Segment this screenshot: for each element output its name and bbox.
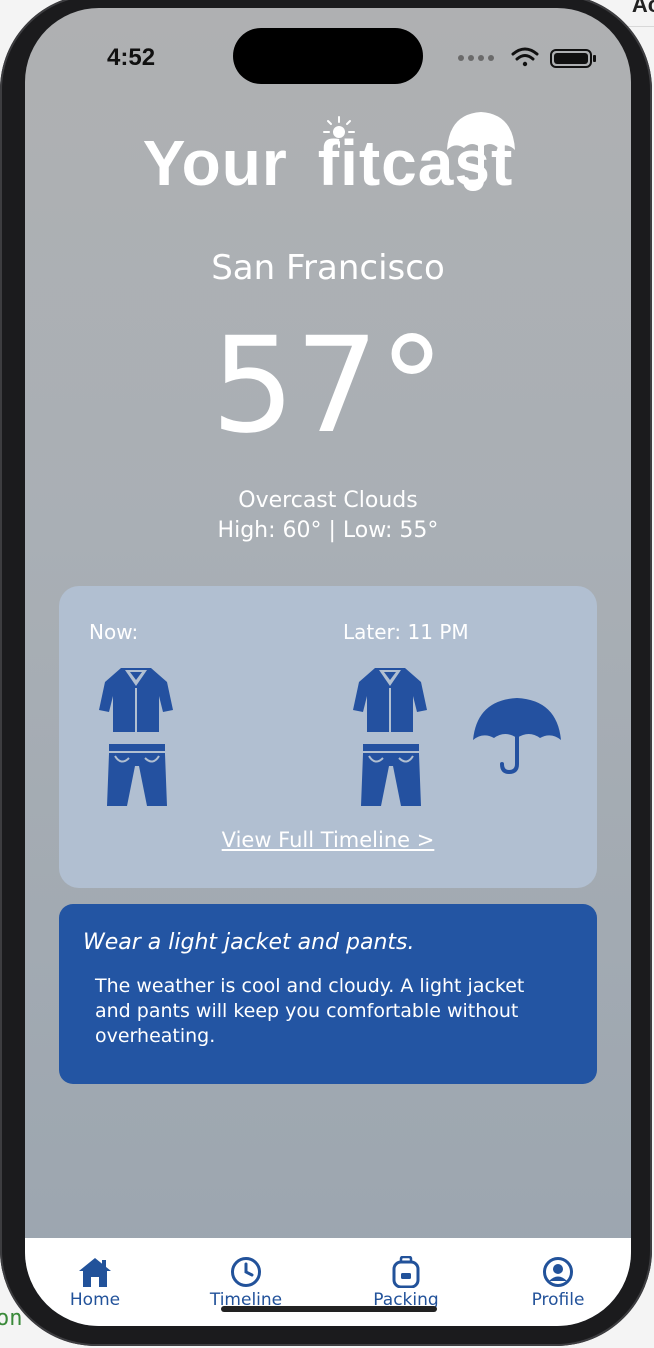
home-icon (79, 1258, 111, 1287)
outfit-card: Now: Later: 11 PM View Full Timeline > (59, 586, 597, 888)
user-circle-icon (543, 1257, 573, 1287)
sun-icon (323, 116, 355, 148)
advice-title: Wear a light jacket and pants. (83, 930, 415, 955)
app-screen: 4:52 Your fitcast San Francisco 57° Over… (25, 8, 631, 1326)
status-icons (457, 46, 607, 70)
simulator-canvas: Ac on 4:52 Your fitcast San Francisco 57… (0, 0, 654, 1348)
later-label: Later: 11 PM (343, 620, 469, 644)
jacket-icon (353, 668, 427, 732)
backpack-icon (392, 1256, 420, 1288)
advice-body: The weather is cool and cloudy. A light … (95, 975, 525, 1047)
status-time: 4:52 (107, 44, 156, 71)
dynamic-island (233, 28, 423, 84)
pants-icon (361, 744, 421, 806)
tab-bar: Home Timeline Packing Profile (25, 1238, 631, 1326)
advice-card: Wear a light jacket and pants. The weath… (59, 904, 597, 1084)
umbrella-logo-icon (447, 112, 515, 192)
background-console-text: on (0, 1306, 23, 1331)
tab-home[interactable]: Home (35, 1256, 155, 1310)
view-full-timeline-link[interactable]: View Full Timeline > (59, 828, 597, 852)
city-name: San Francisco (211, 248, 445, 288)
umbrella-icon (473, 698, 561, 774)
high-low-temperature: High: 60° | Low: 55° (217, 518, 439, 543)
clock-icon (231, 1257, 261, 1287)
battery-icon (550, 49, 596, 68)
weather-condition: Overcast Clouds (238, 488, 418, 513)
tab-home-label: Home (69, 1290, 121, 1310)
pants-icon (107, 744, 167, 806)
jacket-icon (99, 668, 173, 732)
current-temperature: 57° (211, 309, 445, 463)
home-indicator (221, 1306, 437, 1312)
wifi-icon (511, 47, 539, 67)
phone-frame: 4:52 Your fitcast San Francisco 57° Over… (0, 0, 652, 1346)
now-label: Now: (89, 620, 139, 644)
tab-profile-label: Profile (531, 1290, 585, 1310)
tab-packing[interactable]: Packing (346, 1256, 466, 1310)
background-window-text: Ac (631, 0, 654, 17)
tab-timeline[interactable]: Timeline (186, 1256, 306, 1310)
tab-profile[interactable]: Profile (498, 1256, 618, 1310)
signal-dots-icon (458, 55, 494, 61)
title-your: Your (142, 127, 288, 199)
